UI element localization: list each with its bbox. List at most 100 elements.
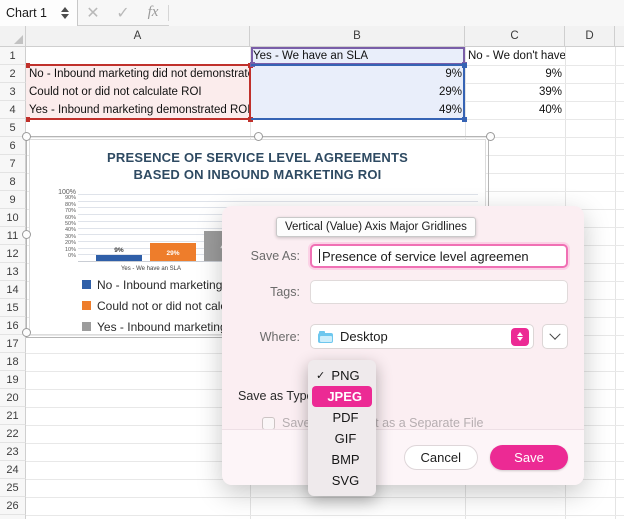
cell-b4[interactable]: 49% xyxy=(250,101,465,119)
row-header-11[interactable]: 11 xyxy=(0,227,26,245)
cell-a4[interactable]: Yes - Inbound marketing demonstrated ROI xyxy=(26,101,250,119)
row-header-13[interactable]: 13 xyxy=(0,263,26,281)
chart-y-tick-label: 70% xyxy=(65,209,76,214)
selection-handle-red-tl[interactable] xyxy=(26,63,30,68)
chart-gridline[interactable] xyxy=(78,201,478,202)
row-header-4[interactable]: 4 xyxy=(0,101,26,119)
grid-hline xyxy=(26,497,624,498)
cell-c3[interactable]: 39% xyxy=(465,83,565,101)
row-header-6[interactable]: 6 xyxy=(0,137,26,155)
row-header-1[interactable]: 1 xyxy=(0,47,26,65)
file-type-option-label: BMP xyxy=(329,452,372,467)
save-as-input[interactable]: Presence of service level agreemen xyxy=(310,244,568,268)
row-header-24[interactable]: 24 xyxy=(0,461,26,479)
file-type-option-label: JPEG xyxy=(327,389,372,404)
row-header-2[interactable]: 2 xyxy=(0,65,26,83)
excel-window: Chart 1 ✕ ✓ fx ABCDE 1234567891011121314… xyxy=(0,0,624,519)
where-select[interactable]: Desktop xyxy=(310,324,534,349)
up-down-chevron-icon[interactable] xyxy=(511,328,529,346)
row-header-26[interactable]: 26 xyxy=(0,497,26,515)
row-header-5[interactable]: 5 xyxy=(0,119,26,137)
stepper-down-icon[interactable] xyxy=(61,14,69,19)
row-header-3[interactable]: 3 xyxy=(0,83,26,101)
chart-bar xyxy=(96,255,142,261)
chart-data-label: 9% xyxy=(96,247,142,254)
close-icon[interactable]: ✕ xyxy=(78,3,108,23)
chart-y-tick-label: 50% xyxy=(65,222,76,227)
column-header-d[interactable]: D xyxy=(565,26,615,47)
save-button[interactable]: Save xyxy=(490,445,568,470)
file-type-option-jpeg[interactable]: JPEG xyxy=(312,386,372,407)
selection-border-blue-top xyxy=(251,64,465,66)
file-type-option-svg[interactable]: SVG xyxy=(312,470,372,491)
file-type-option-pdf[interactable]: PDF xyxy=(312,407,372,428)
cell-b2[interactable]: 9% xyxy=(250,65,465,83)
row-header-23[interactable]: 23 xyxy=(0,443,26,461)
row-header-8[interactable]: 8 xyxy=(0,173,26,191)
row-header-27[interactable]: 27 xyxy=(0,515,26,519)
chart-data-label: 29% xyxy=(150,250,196,257)
selection-border-red-top xyxy=(26,64,251,66)
row-header-25[interactable]: 25 xyxy=(0,479,26,497)
file-type-option-label: SVG xyxy=(329,473,372,488)
checkmark-icon: ✓ xyxy=(316,369,329,382)
tags-row: Tags: xyxy=(222,280,584,304)
formula-bar: Chart 1 ✕ ✓ fx xyxy=(0,0,624,26)
stepper-up-icon[interactable] xyxy=(61,7,69,12)
separate-file-row: Save Each Sheet as a Separate File xyxy=(222,416,584,430)
row-header-10[interactable]: 10 xyxy=(0,209,26,227)
row-header-12[interactable]: 12 xyxy=(0,245,26,263)
cell-c1[interactable]: No - We don't have an SLA xyxy=(465,47,565,65)
cell-a2[interactable]: No - Inbound marketing did not demonstra… xyxy=(26,65,250,83)
row-header-16[interactable]: 16 xyxy=(0,317,26,335)
file-type-option-bmp[interactable]: BMP xyxy=(312,449,372,470)
function-icon[interactable]: fx xyxy=(138,4,168,21)
row-header-18[interactable]: 18 xyxy=(0,353,26,371)
chart-y-tick-label: 10% xyxy=(65,248,76,253)
check-icon[interactable]: ✓ xyxy=(108,3,138,23)
selection-border-blue-right xyxy=(463,64,465,120)
row-header-14[interactable]: 14 xyxy=(0,281,26,299)
separate-file-checkbox[interactable] xyxy=(262,417,275,430)
cell-c2[interactable]: 9% xyxy=(465,65,565,83)
file-type-dropdown[interactable]: ✓PNG JPEG PDFGIF BMP SVG xyxy=(308,360,376,496)
selection-handle-blue-tr[interactable] xyxy=(462,63,467,68)
file-type-option-gif[interactable]: GIF xyxy=(312,428,372,449)
chart-y-tick-label: 40% xyxy=(65,228,76,233)
chart-legend-swatch xyxy=(82,280,91,289)
tags-input[interactable] xyxy=(310,280,568,304)
cell-a3[interactable]: Could not or did not calculate ROI xyxy=(26,83,250,101)
save-as-row: Save As: Presence of service level agree… xyxy=(222,244,584,268)
selection-handle-red-bl[interactable] xyxy=(26,117,30,122)
save-as-value: Presence of service level agreemen xyxy=(322,249,529,264)
row-header-15[interactable]: 15 xyxy=(0,299,26,317)
expand-browser-button[interactable] xyxy=(542,324,568,349)
column-header-b[interactable]: B xyxy=(250,26,465,47)
selection-border-red-bottom xyxy=(26,118,251,120)
row-header-17[interactable]: 17 xyxy=(0,335,26,353)
cancel-button[interactable]: Cancel xyxy=(404,445,478,470)
row-header-9[interactable]: 9 xyxy=(0,191,26,209)
column-header-c[interactable]: C xyxy=(465,26,565,47)
row-header-19[interactable]: 19 xyxy=(0,371,26,389)
text-caret xyxy=(319,249,320,263)
name-box[interactable]: Chart 1 xyxy=(0,0,78,26)
cell-b3[interactable]: 29% xyxy=(250,83,465,101)
file-type-option-label: PNG xyxy=(329,368,372,383)
column-header-a[interactable]: A xyxy=(26,26,250,47)
chart-y-tick-label: 90% xyxy=(65,196,76,201)
name-box-stepper[interactable] xyxy=(61,7,71,19)
chart-legend-swatch xyxy=(82,322,91,331)
row-header-7[interactable]: 7 xyxy=(0,155,26,173)
file-type-option-png[interactable]: ✓PNG xyxy=(312,365,372,386)
formula-input[interactable] xyxy=(169,0,624,26)
column-header-e[interactable]: E xyxy=(615,26,624,47)
selection-handle-blue-br[interactable] xyxy=(462,117,467,122)
row-header-22[interactable]: 22 xyxy=(0,425,26,443)
cell-c4[interactable]: 40% xyxy=(465,101,565,119)
row-header-20[interactable]: 20 xyxy=(0,389,26,407)
select-all-corner[interactable] xyxy=(0,26,26,47)
chart-gridline[interactable] xyxy=(78,194,478,195)
chevron-down-icon xyxy=(549,328,560,339)
row-header-21[interactable]: 21 xyxy=(0,407,26,425)
